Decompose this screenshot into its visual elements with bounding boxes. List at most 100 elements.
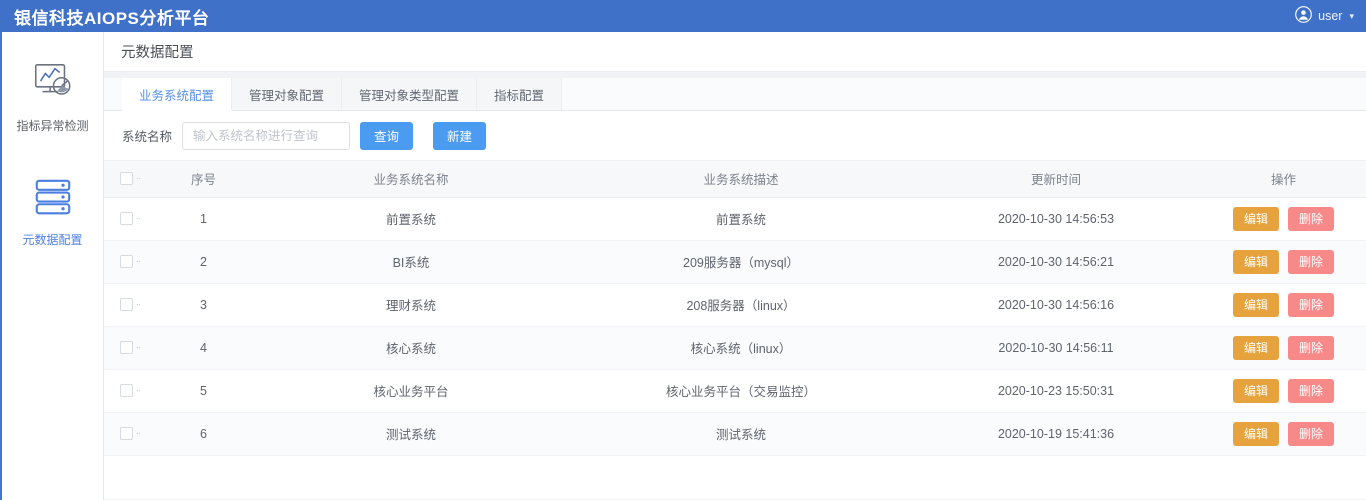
checkbox-dots-icon: ·· [135, 255, 142, 267]
table-row[interactable]: ·· 5 核心业务平台 核心业务平台（交易监控） 2020-10-23 15:5… [104, 369, 1366, 413]
cell-index: 4 [156, 326, 251, 370]
cell-time: 2020-10-19 15:41:36 [911, 412, 1201, 456]
cell-time: 2020-10-23 15:50:31 [911, 369, 1201, 413]
sidebar-item-label: 指标异常检测 [16, 119, 89, 133]
row-checkbox[interactable] [119, 298, 133, 311]
table-header-index: 序号 [156, 161, 251, 198]
cell-desc: 208服务器（linux） [571, 283, 911, 327]
table-header-row: ·· 序号 业务系统名称 业务系统描述 更新时间 操作 [104, 161, 1366, 198]
cell-desc: 核心系统（linux） [571, 326, 911, 370]
query-button[interactable]: 查询 [360, 121, 414, 150]
sidebar: 指标异常检测 元数据配置 [0, 32, 104, 500]
cell-name: 核心系统 [251, 326, 571, 370]
cell-time: 2020-10-30 14:56:21 [911, 240, 1201, 284]
cell-actions: 编辑 删除 [1201, 326, 1366, 370]
cell-index: 3 [156, 283, 251, 327]
create-button[interactable]: 新建 [433, 121, 487, 150]
tab-bar: 业务系统配置 管理对象配置 管理对象类型配置 指标配置 [104, 78, 1366, 111]
user-name-label: user [1318, 9, 1343, 23]
cell-desc: 测试系统 [571, 412, 911, 456]
tab-managed-object-type-config[interactable]: 管理对象类型配置 [342, 78, 478, 110]
tab-managed-object-config[interactable]: 管理对象配置 [232, 78, 343, 110]
search-label: 系统名称 [122, 130, 173, 144]
tab-label: 业务系统配置 [139, 88, 215, 103]
select-all-checkbox[interactable] [119, 172, 133, 186]
content-area: 元数据配置 业务系统配置 管理对象配置 管理对象类型配置 指标配置 系统名称 查… [104, 32, 1366, 500]
delete-button[interactable]: 删除 [1288, 292, 1335, 317]
row-select-cell: ·· [104, 283, 156, 327]
edit-button[interactable]: 编辑 [1232, 421, 1279, 446]
cell-actions: 编辑 删除 [1201, 369, 1366, 413]
cell-name: BI系统 [251, 240, 571, 284]
row-checkbox[interactable] [119, 341, 133, 354]
cell-name: 前置系统 [251, 197, 571, 241]
table-row[interactable]: ·· 1 前置系统 前置系统 2020-10-30 14:56:53 编辑 删除 [104, 197, 1366, 241]
row-select-cell: ·· [104, 326, 156, 370]
cell-name: 理财系统 [251, 283, 571, 327]
search-toolbar: 系统名称 查询 新建 [104, 111, 1366, 161]
checkbox-dots-icon: ·· [135, 172, 142, 184]
table-row[interactable]: ·· 6 测试系统 测试系统 2020-10-19 15:41:36 编辑 删除 [104, 412, 1366, 456]
cell-name: 核心业务平台 [251, 369, 571, 413]
checkbox-dots-icon: ·· [135, 341, 142, 353]
cell-actions: 编辑 删除 [1201, 240, 1366, 284]
table-header-actions: 操作 [1201, 161, 1366, 198]
table-header-select-all: ·· [104, 161, 156, 198]
delete-button[interactable]: 删除 [1288, 206, 1335, 231]
main-panel: 业务系统配置 管理对象配置 管理对象类型配置 指标配置 系统名称 查询 新建 [104, 78, 1366, 499]
row-checkbox[interactable] [119, 427, 133, 440]
table-row[interactable]: ·· 3 理财系统 208服务器（linux） 2020-10-30 14:56… [104, 283, 1366, 327]
tab-label: 管理对象配置 [249, 88, 325, 103]
top-header-bar: 银信科技AIOPS分析平台 user ▾ [0, 0, 1366, 32]
row-select-cell: ·· [104, 197, 156, 241]
cell-time: 2020-10-30 14:56:53 [911, 197, 1201, 241]
row-checkbox[interactable] [119, 255, 133, 268]
cell-time: 2020-10-30 14:56:11 [911, 326, 1201, 370]
checkbox-dots-icon: ·· [135, 212, 142, 224]
database-stack-icon [27, 172, 79, 222]
row-checkbox[interactable] [119, 384, 133, 397]
tab-business-system-config[interactable]: 业务系统配置 [122, 78, 233, 111]
table-row[interactable]: ·· 4 核心系统 核心系统（linux） 2020-10-30 14:56:1… [104, 326, 1366, 370]
cell-actions: 编辑 删除 [1201, 283, 1366, 327]
tab-metric-config[interactable]: 指标配置 [477, 78, 563, 110]
cell-index: 6 [156, 412, 251, 456]
cell-name: 测试系统 [251, 412, 571, 456]
page-title: 元数据配置 [121, 45, 194, 61]
row-select-cell: ·· [104, 412, 156, 456]
table-header-time: 更新时间 [911, 161, 1201, 198]
sidebar-item-metadata-config[interactable]: 元数据配置 [2, 172, 103, 248]
user-menu[interactable]: user ▾ [1295, 6, 1366, 26]
search-input[interactable] [182, 121, 351, 150]
table-header-desc: 业务系统描述 [571, 161, 911, 198]
cell-actions: 编辑 删除 [1201, 412, 1366, 456]
cell-desc: 核心业务平台（交易监控） [571, 369, 911, 413]
page-title-bar: 元数据配置 [104, 32, 1366, 72]
edit-button[interactable]: 编辑 [1232, 206, 1279, 231]
sidebar-item-anomaly-detection[interactable]: 指标异常检测 [2, 58, 103, 134]
cell-index: 1 [156, 197, 251, 241]
chevron-down-icon[interactable]: ▾ [1349, 11, 1354, 22]
edit-button[interactable]: 编辑 [1232, 292, 1279, 317]
delete-button[interactable]: 删除 [1288, 249, 1335, 274]
chart-monitor-icon [27, 58, 79, 108]
tab-label: 指标配置 [494, 88, 545, 103]
delete-button[interactable]: 删除 [1288, 335, 1335, 360]
table-row[interactable]: ·· 2 BI系统 209服务器（mysql） 2020-10-30 14:56… [104, 240, 1366, 284]
sidebar-item-label: 元数据配置 [22, 233, 83, 247]
row-select-cell: ·· [104, 369, 156, 413]
checkbox-dots-icon: ·· [135, 298, 142, 310]
delete-button[interactable]: 删除 [1288, 378, 1335, 403]
tab-label: 管理对象类型配置 [359, 88, 460, 103]
cell-time: 2020-10-30 14:56:16 [911, 283, 1201, 327]
row-checkbox[interactable] [119, 212, 133, 225]
edit-button[interactable]: 编辑 [1232, 378, 1279, 403]
cell-desc: 209服务器（mysql） [571, 240, 911, 284]
edit-button[interactable]: 编辑 [1232, 249, 1279, 274]
cell-actions: 编辑 删除 [1201, 197, 1366, 241]
edit-button[interactable]: 编辑 [1232, 335, 1279, 360]
business-system-table: ·· 序号 业务系统名称 业务系统描述 更新时间 操作 ·· 1 前置系统 前置… [104, 161, 1366, 456]
delete-button[interactable]: 删除 [1288, 421, 1335, 446]
app-title: 银信科技AIOPS分析平台 [14, 8, 210, 28]
cell-index: 2 [156, 240, 251, 284]
